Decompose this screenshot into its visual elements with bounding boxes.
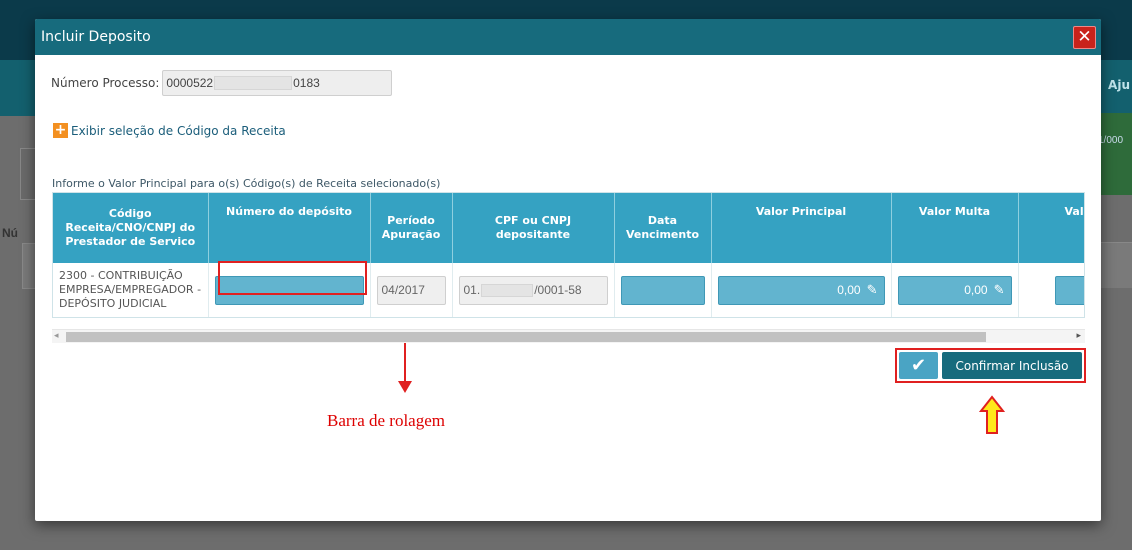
col-valor-principal: Valor Principal (711, 193, 892, 263)
close-icon: ✕ (1077, 27, 1092, 47)
processo-field: 0000522 0183 (162, 70, 393, 96)
confirm-group-highlight: ✔ Confirmar Inclusão (895, 348, 1086, 383)
valor-principal-input[interactable]: 0,00 ✎ (717, 275, 885, 305)
valor-juros-input[interactable] (1054, 275, 1084, 305)
deposit-table-container: Código Receita/CNO/CNPJ do Prestador de … (52, 192, 1085, 318)
background-card (1098, 242, 1132, 288)
valor-multa-input[interactable]: 0,00 ✎ (897, 275, 1012, 305)
check-icon[interactable]: ✔ (899, 352, 938, 379)
annotation-arrow-up-icon (979, 395, 1005, 434)
help-menu[interactable]: Aju (1108, 78, 1130, 92)
valor-multa-value: 0,00 (964, 283, 988, 297)
processo-label: Número Processo: (51, 76, 160, 90)
annotation-scrollbar-label: Barra de rolagem (327, 411, 445, 430)
expand-codigo-receita-link[interactable]: + Exibir seleção de Código da Receita (53, 123, 286, 138)
col-data-vencimento: Data Vencimento (614, 193, 712, 263)
annotation-arrow-line (404, 343, 406, 383)
col-periodo-apuracao: Período Apuração (370, 193, 453, 263)
modal-title: Incluir Deposito (41, 29, 151, 45)
periodo-field: 04/2017 (376, 275, 446, 305)
plus-icon[interactable]: + (53, 123, 68, 138)
background-left-card (20, 148, 36, 200)
expand-label[interactable]: Exibir seleção de Código da Receita (71, 124, 286, 138)
data-vencimento-cell (614, 263, 712, 317)
summary-card: 1/000 (1098, 113, 1132, 195)
scroll-right-icon[interactable]: ▸ (1076, 330, 1081, 341)
table-header-row: Código Receita/CNO/CNPJ do Prestador de … (53, 193, 1084, 263)
scroll-left-icon[interactable]: ◂ (54, 330, 59, 341)
codigo-receita-cell: 2300 - CONTRIBUIÇÃO EMPRESA/EMPREGADOR -… (53, 263, 209, 317)
data-vencimento-input[interactable] (620, 275, 705, 305)
pencil-icon[interactable]: ✎ (867, 282, 878, 298)
modal-header: Incluir Deposito (35, 19, 1101, 55)
col-codigo-receita: Código Receita/CNO/CNPJ do Prestador de … (53, 193, 209, 263)
redacted-mask (214, 76, 293, 90)
background-left-label: Nú (2, 226, 18, 240)
deposit-table: Código Receita/CNO/CNPJ do Prestador de … (53, 193, 1084, 317)
background-left-input (22, 243, 36, 289)
col-valor-multa: Valor Multa (891, 193, 1019, 263)
redacted-mask (481, 283, 534, 297)
cpf-cnpj-field: 01. /0001-58 (458, 275, 608, 305)
valor-principal-cell: 0,00 ✎ (711, 263, 892, 317)
processo-suffix: 0183 (293, 76, 320, 90)
valor-juros-cell (1018, 263, 1084, 317)
close-button[interactable]: ✕ (1073, 26, 1096, 49)
horizontal-scrollbar[interactable]: ◂ ▸ (52, 329, 1085, 343)
cpf-cnpj-cell: 01. /0001-58 (452, 263, 615, 317)
annotation-arrow-down-icon (398, 381, 412, 393)
table-row: 2300 - CONTRIBUIÇÃO EMPRESA/EMPREGADOR -… (53, 263, 1084, 317)
incluir-deposito-modal: Incluir Deposito ✕ Número Processo: 0000… (35, 19, 1101, 521)
summary-card-text: 1/000 (1098, 135, 1124, 146)
col-valor-juros: Valor J (1018, 193, 1084, 263)
pencil-icon[interactable]: ✎ (994, 282, 1005, 298)
periodo-cell: 04/2017 (370, 263, 453, 317)
cpf-suffix: /0001-58 (534, 283, 582, 297)
col-cpf-cnpj: CPF ou CNPJ depositante (452, 193, 615, 263)
valor-principal-value: 0,00 (837, 283, 861, 297)
numero-deposito-highlight (218, 261, 367, 295)
processo-row: Número Processo: 0000522 0183 (51, 70, 393, 96)
info-label: Informe o Valor Principal para o(s) Códi… (52, 177, 441, 190)
scrollbar-thumb[interactable] (66, 332, 986, 342)
col-numero-deposito: Número do depósito (208, 193, 371, 263)
cpf-prefix: 01. (463, 283, 481, 297)
confirmar-inclusao-button[interactable]: Confirmar Inclusão (942, 352, 1082, 379)
valor-multa-cell: 0,00 ✎ (891, 263, 1019, 317)
processo-prefix: 0000522 (166, 76, 214, 90)
